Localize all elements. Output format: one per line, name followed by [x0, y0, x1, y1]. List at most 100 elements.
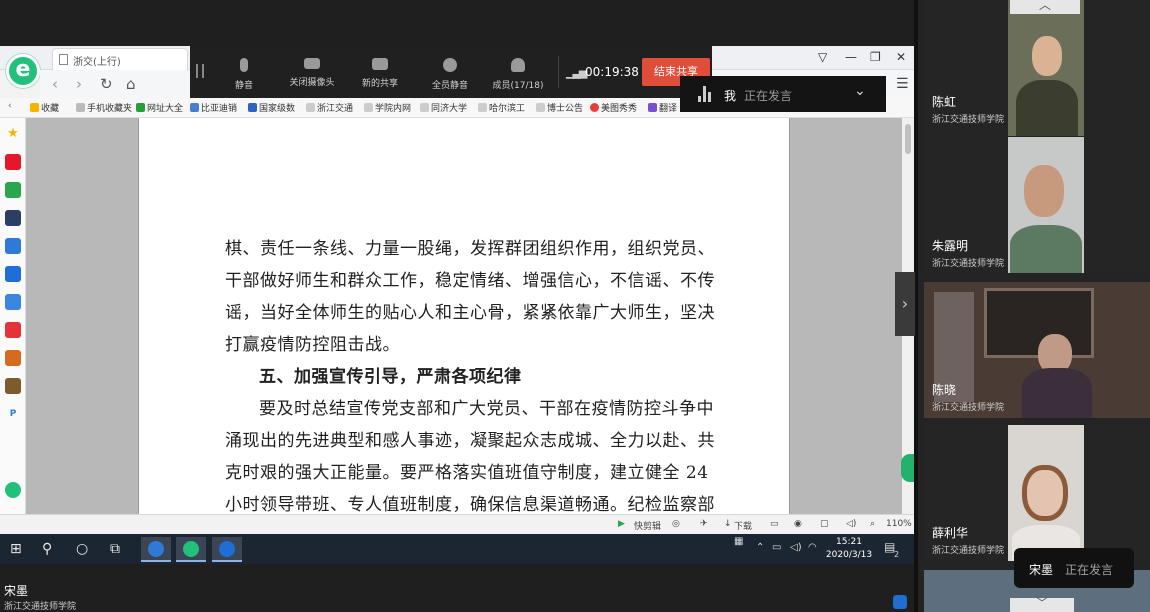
scroll-up-icon[interactable]: ︿ — [1010, 0, 1080, 14]
participant-tile[interactable]: 薛利华 浙江交通技师学院 — [924, 425, 1150, 561]
bookmark-item[interactable]: 博士公告 — [536, 101, 583, 114]
windows-start-icon[interactable]: ⊞ — [10, 541, 22, 557]
volume-tray-icon[interactable]: ◁) — [790, 542, 802, 553]
scroll-down-icon[interactable]: ﹀ — [1010, 597, 1074, 612]
scroll-thumb[interactable] — [905, 124, 911, 154]
video-feed — [1008, 425, 1084, 561]
star-icon[interactable]: ★ — [5, 126, 21, 142]
notification-count: 2 — [894, 550, 900, 559]
volume-icon[interactable]: ◁) — [846, 519, 856, 529]
bookmark-item[interactable]: 浙江交通 — [306, 101, 353, 114]
taskbar-app-browser[interactable] — [176, 537, 206, 562]
search-icon[interactable]: ⚲ — [42, 541, 52, 557]
weibo-icon[interactable] — [5, 154, 21, 170]
layout-icon[interactable]: ▭ — [770, 519, 779, 529]
shared-screen: 浙交(上行) ▽ — ❐ ✕ e ‹ › ↻ ⌂ fi ☰ ‹ 收藏 手机收藏夹… — [0, 46, 919, 534]
mute-button[interactable]: 静音 — [214, 58, 274, 91]
bookmark-item[interactable]: 同济大学 — [420, 101, 467, 114]
bookmark-item[interactable]: 学院内网 — [364, 101, 411, 114]
bookmark-item[interactable]: 美图秀秀 — [590, 101, 637, 114]
participant-tile[interactable]: 陈虹 浙江交通技师学院 — [924, 0, 1150, 136]
play-icon[interactable]: ▶ — [618, 519, 625, 529]
taskbar-app-meeting[interactable] — [141, 537, 171, 562]
system-clock[interactable]: 15:21 2020/3/13 — [822, 536, 876, 562]
wifi-icon[interactable]: ◠ — [808, 542, 817, 553]
self-name: 宋墨 — [4, 584, 29, 598]
mute-all-button[interactable]: 全员静音 — [420, 58, 480, 91]
refresh-icon[interactable]: ↻ — [100, 75, 113, 93]
bookmark-item[interactable]: 手机收藏夹 — [76, 101, 132, 114]
shirt-skin-icon[interactable]: ▽ — [818, 50, 827, 64]
participant-tile[interactable]: 朱露明 浙江交通技师学院 — [924, 137, 1150, 273]
pin-icon[interactable]: ✈ — [700, 519, 708, 529]
taskbar-app-tencent[interactable] — [212, 537, 242, 562]
camera-off-button[interactable]: 关闭摄像头 — [282, 58, 342, 88]
bookmark-item[interactable]: 收藏 — [30, 101, 59, 114]
participant-org: 浙江交通技师学院 — [932, 115, 1005, 125]
home-icon[interactable]: ⌂ — [126, 75, 136, 93]
browser-status-bar: ▶ 快剪辑 ◎ ✈ ↓ 下载 ▭ ◉ ▢ ◁) ⌕ 110% — [0, 514, 914, 534]
participant-tile[interactable]: 陈晓 浙江交通技师学院 — [924, 282, 1150, 418]
minimize-icon[interactable]: — — [845, 50, 857, 64]
keyboard-icon[interactable]: ▦ — [734, 536, 743, 547]
add-icon[interactable] — [5, 482, 21, 498]
share-status-icon[interactable] — [893, 595, 907, 609]
forward-icon[interactable]: › — [76, 75, 82, 93]
browser-logo[interactable]: e — [6, 54, 40, 88]
zoom-level[interactable]: 110% — [886, 519, 912, 529]
menu-icon[interactable]: ☰ — [896, 76, 909, 92]
bookmark-toggle-icon[interactable]: ‹ — [8, 101, 12, 111]
download-label[interactable]: 下载 — [734, 519, 752, 532]
video-feed — [924, 282, 1150, 418]
new-share-button[interactable]: 新的共享 — [350, 58, 410, 89]
self-org: 浙江交通技师学院 — [4, 602, 77, 612]
members-button[interactable]: 成员(17/18) — [488, 58, 548, 91]
video-feed — [1008, 0, 1084, 136]
doc-icon[interactable] — [5, 238, 21, 254]
speaker-status: 正在发言 — [1065, 563, 1114, 577]
bookmark-item[interactable]: 比亚迪销 — [190, 101, 237, 114]
cloud-icon[interactable] — [5, 266, 21, 282]
app-icon[interactable] — [5, 378, 21, 394]
elapsed-time: 00:19:38 — [585, 65, 639, 79]
restore-icon[interactable]: ❐ — [870, 50, 881, 64]
window-icon[interactable]: ▢ — [820, 519, 829, 529]
speed-icon[interactable]: ◎ — [672, 519, 680, 529]
task-view-icon[interactable]: ⧉ — [110, 541, 120, 557]
p-icon[interactable]: P — [5, 406, 21, 422]
chevron-down-icon[interactable]: ⌄ — [854, 83, 866, 99]
network-icon[interactable]: ▭ — [772, 542, 781, 553]
doc-line: 要及时总结宣传党支部和广大党员、干部在疫情防控斗争中 — [259, 399, 714, 419]
camera-icon — [304, 58, 320, 69]
participant-name: 陈晓 — [932, 383, 957, 397]
globe-icon[interactable]: ◉ — [794, 519, 802, 529]
back-icon[interactable]: ‹ — [52, 75, 58, 93]
doc-line: 打赢疫情防控阻击战。 — [225, 335, 400, 355]
bookmark-item[interactable]: 翻译 — [648, 101, 677, 114]
participant-name: 陈虹 — [932, 95, 957, 109]
bookmark-item[interactable]: 网址大全 — [136, 101, 183, 114]
quick-edit-label[interactable]: 快剪辑 — [634, 519, 661, 532]
download-icon[interactable]: ↓ — [724, 519, 732, 529]
speaking-indicator-top[interactable]: 我 正在发言 ⌄ — [680, 76, 886, 112]
panel-toggle-arrow-icon[interactable]: › — [895, 272, 915, 336]
video-icon[interactable] — [5, 322, 21, 338]
close-icon[interactable]: ✕ — [896, 50, 906, 64]
browser-tab[interactable]: 浙交(上行) — [52, 48, 188, 70]
document-viewer[interactable]: 棋、责任一条线、力量一股绳，发挥群团组织作用，组织党员、 干部做好师生和群众工作… — [26, 118, 902, 514]
bookmark-item[interactable]: 国家级数 — [248, 101, 295, 114]
bookmark-item[interactable]: 哈尔滨工 — [478, 101, 525, 114]
clock-time: 15:21 — [836, 537, 862, 547]
game-icon[interactable] — [5, 294, 21, 310]
zoom-icon[interactable]: ⌕ — [870, 519, 875, 529]
tray-up-icon[interactable]: ⌃ — [756, 542, 764, 553]
cortana-icon[interactable]: ○ — [76, 541, 88, 557]
doc-line: 干部做好师生和群众工作，稳定情绪、增强信心，不信谣、不传 — [225, 271, 715, 291]
drag-handle[interactable] — [196, 64, 204, 78]
clock-date: 2020/3/13 — [825, 550, 873, 560]
app-icon[interactable] — [5, 350, 21, 366]
mail-icon[interactable] — [5, 182, 21, 198]
speaker-name: 宋墨 — [1029, 563, 1054, 577]
members-icon — [511, 58, 525, 72]
news-icon[interactable] — [5, 210, 21, 226]
